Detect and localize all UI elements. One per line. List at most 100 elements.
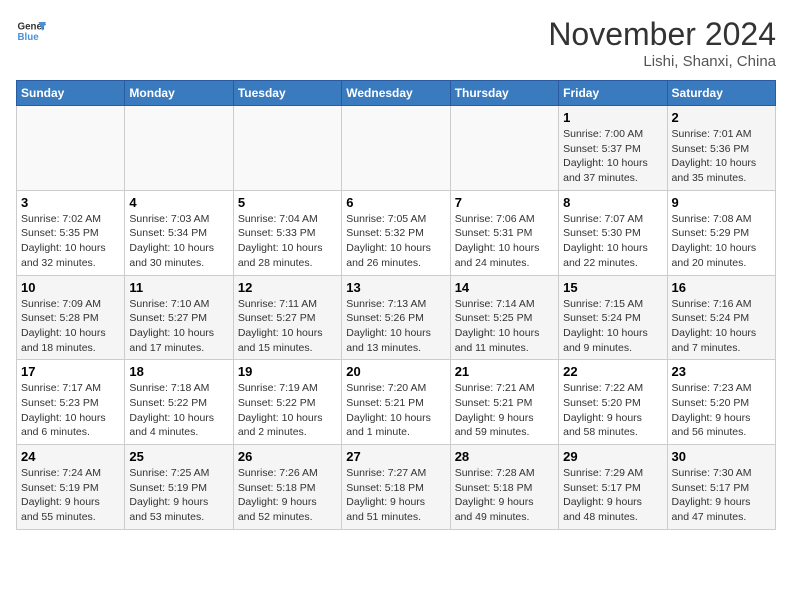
day-cell: 7Sunrise: 7:06 AM Sunset: 5:31 PM Daylig… (450, 190, 558, 275)
week-row-3: 10 Sunrise: 7:09 AM Sunset: 5:28 PM Dayli… (17, 275, 776, 360)
day-number: 25 (129, 449, 228, 464)
day-info: Sunrise: 7:00 AM Sunset: 5:37 PM Dayligh… (563, 127, 662, 186)
day-number: 22 (563, 364, 662, 379)
day-cell: 24 Sunrise: 7:24 AM Sunset: 5:19 PM Dayli… (17, 445, 125, 530)
day-info: Sunrise: 7:28 AM Sunset: 5:18 PM Dayligh… (455, 466, 554, 525)
day-cell: 10 Sunrise: 7:09 AM Sunset: 5:28 PM Dayli… (17, 275, 125, 360)
day-number: 29 (563, 449, 662, 464)
day-cell (342, 106, 450, 191)
day-number: 5 (238, 195, 337, 210)
day-cell: 28 Sunrise: 7:28 AM Sunset: 5:18 PM Dayli… (450, 445, 558, 530)
calendar-table: SundayMondayTuesdayWednesdayThursdayFrid… (16, 80, 776, 530)
day-cell: 27Sunrise: 7:27 AM Sunset: 5:18 PM Dayli… (342, 445, 450, 530)
day-number: 26 (238, 449, 337, 464)
day-cell: 22Sunrise: 7:22 AM Sunset: 5:20 PM Dayli… (559, 360, 667, 445)
day-cell: 9 Sunrise: 7:08 AM Sunset: 5:29 PM Daylig… (667, 190, 775, 275)
day-number: 9 (672, 195, 771, 210)
day-number: 21 (455, 364, 554, 379)
day-number: 17 (21, 364, 120, 379)
day-cell: 25 Sunrise: 7:25 AM Sunset: 5:19 PM Dayli… (125, 445, 233, 530)
day-number: 10 (21, 280, 120, 295)
week-row-4: 17Sunrise: 7:17 AM Sunset: 5:23 PM Dayli… (17, 360, 776, 445)
weekday-header-row: SundayMondayTuesdayWednesdayThursdayFrid… (17, 81, 776, 106)
day-info: Sunrise: 7:02 AM Sunset: 5:35 PM Dayligh… (21, 212, 120, 271)
day-info: Sunrise: 7:07 AM Sunset: 5:30 PM Dayligh… (563, 212, 662, 271)
title-block: November 2024 Lishi, Shanxi, China (548, 16, 776, 70)
day-info: Sunrise: 7:05 AM Sunset: 5:32 PM Dayligh… (346, 212, 445, 271)
day-info: Sunrise: 7:10 AM Sunset: 5:27 PM Dayligh… (129, 297, 228, 356)
day-cell: 26 Sunrise: 7:26 AM Sunset: 5:18 PM Dayli… (233, 445, 341, 530)
day-info: Sunrise: 7:11 AM Sunset: 5:27 PM Dayligh… (238, 297, 337, 356)
month-title: November 2024 (548, 16, 776, 53)
day-number: 15 (563, 280, 662, 295)
day-info: Sunrise: 7:20 AM Sunset: 5:21 PM Dayligh… (346, 381, 445, 440)
svg-text:Blue: Blue (18, 32, 40, 43)
day-cell: 14 Sunrise: 7:14 AM Sunset: 5:25 PM Dayli… (450, 275, 558, 360)
day-cell: 20 Sunrise: 7:20 AM Sunset: 5:21 PM Dayli… (342, 360, 450, 445)
day-cell: 3 Sunrise: 7:02 AM Sunset: 5:35 PM Daylig… (17, 190, 125, 275)
weekday-monday: Monday (125, 81, 233, 106)
week-row-2: 3 Sunrise: 7:02 AM Sunset: 5:35 PM Daylig… (17, 190, 776, 275)
day-number: 6 (346, 195, 445, 210)
day-number: 28 (455, 449, 554, 464)
day-number: 24 (21, 449, 120, 464)
logo-icon: General Blue (16, 16, 46, 46)
day-cell: 19 Sunrise: 7:19 AM Sunset: 5:22 PM Dayli… (233, 360, 341, 445)
page-header: General Blue November 2024 Lishi, Shanxi… (16, 16, 776, 70)
day-info: Sunrise: 7:03 AM Sunset: 5:34 PM Dayligh… (129, 212, 228, 271)
day-cell (450, 106, 558, 191)
day-cell: 4 Sunrise: 7:03 AM Sunset: 5:34 PM Daylig… (125, 190, 233, 275)
day-number: 16 (672, 280, 771, 295)
day-info: Sunrise: 7:25 AM Sunset: 5:19 PM Dayligh… (129, 466, 228, 525)
day-cell: 18 Sunrise: 7:18 AM Sunset: 5:22 PM Dayli… (125, 360, 233, 445)
day-info: Sunrise: 7:19 AM Sunset: 5:22 PM Dayligh… (238, 381, 337, 440)
day-info: Sunrise: 7:13 AM Sunset: 5:26 PM Dayligh… (346, 297, 445, 356)
day-cell: 16 Sunrise: 7:16 AM Sunset: 5:24 PM Dayli… (667, 275, 775, 360)
day-number: 12 (238, 280, 337, 295)
day-cell: 11Sunrise: 7:10 AM Sunset: 5:27 PM Dayli… (125, 275, 233, 360)
weekday-saturday: Saturday (667, 81, 775, 106)
day-number: 20 (346, 364, 445, 379)
weekday-thursday: Thursday (450, 81, 558, 106)
day-cell (17, 106, 125, 191)
day-cell: 5Sunrise: 7:04 AM Sunset: 5:33 PM Daylig… (233, 190, 341, 275)
day-info: Sunrise: 7:08 AM Sunset: 5:29 PM Dayligh… (672, 212, 771, 271)
day-cell (125, 106, 233, 191)
day-number: 18 (129, 364, 228, 379)
day-info: Sunrise: 7:23 AM Sunset: 5:20 PM Dayligh… (672, 381, 771, 440)
day-info: Sunrise: 7:09 AM Sunset: 5:28 PM Dayligh… (21, 297, 120, 356)
day-cell: 2Sunrise: 7:01 AM Sunset: 5:36 PM Daylig… (667, 106, 775, 191)
day-info: Sunrise: 7:01 AM Sunset: 5:36 PM Dayligh… (672, 127, 771, 186)
calendar-body: 1 Sunrise: 7:00 AM Sunset: 5:37 PM Daylig… (17, 106, 776, 530)
day-number: 19 (238, 364, 337, 379)
day-info: Sunrise: 7:16 AM Sunset: 5:24 PM Dayligh… (672, 297, 771, 356)
logo: General Blue (16, 16, 46, 46)
week-row-1: 1 Sunrise: 7:00 AM Sunset: 5:37 PM Daylig… (17, 106, 776, 191)
day-cell: 13Sunrise: 7:13 AM Sunset: 5:26 PM Dayli… (342, 275, 450, 360)
day-number: 4 (129, 195, 228, 210)
weekday-tuesday: Tuesday (233, 81, 341, 106)
location: Lishi, Shanxi, China (548, 53, 776, 70)
day-info: Sunrise: 7:30 AM Sunset: 5:17 PM Dayligh… (672, 466, 771, 525)
weekday-friday: Friday (559, 81, 667, 106)
day-cell: 23 Sunrise: 7:23 AM Sunset: 5:20 PM Dayli… (667, 360, 775, 445)
day-cell: 6 Sunrise: 7:05 AM Sunset: 5:32 PM Daylig… (342, 190, 450, 275)
day-cell: 1 Sunrise: 7:00 AM Sunset: 5:37 PM Daylig… (559, 106, 667, 191)
day-info: Sunrise: 7:26 AM Sunset: 5:18 PM Dayligh… (238, 466, 337, 525)
day-cell: 30Sunrise: 7:30 AM Sunset: 5:17 PM Dayli… (667, 445, 775, 530)
day-cell: 29 Sunrise: 7:29 AM Sunset: 5:17 PM Dayli… (559, 445, 667, 530)
day-info: Sunrise: 7:29 AM Sunset: 5:17 PM Dayligh… (563, 466, 662, 525)
day-number: 14 (455, 280, 554, 295)
day-cell (233, 106, 341, 191)
day-number: 23 (672, 364, 771, 379)
day-cell: 15Sunrise: 7:15 AM Sunset: 5:24 PM Dayli… (559, 275, 667, 360)
day-cell: 12 Sunrise: 7:11 AM Sunset: 5:27 PM Dayli… (233, 275, 341, 360)
day-number: 3 (21, 195, 120, 210)
day-info: Sunrise: 7:14 AM Sunset: 5:25 PM Dayligh… (455, 297, 554, 356)
day-info: Sunrise: 7:24 AM Sunset: 5:19 PM Dayligh… (21, 466, 120, 525)
day-cell: 17Sunrise: 7:17 AM Sunset: 5:23 PM Dayli… (17, 360, 125, 445)
day-info: Sunrise: 7:18 AM Sunset: 5:22 PM Dayligh… (129, 381, 228, 440)
day-number: 1 (563, 110, 662, 125)
week-row-5: 24 Sunrise: 7:24 AM Sunset: 5:19 PM Dayli… (17, 445, 776, 530)
day-number: 7 (455, 195, 554, 210)
